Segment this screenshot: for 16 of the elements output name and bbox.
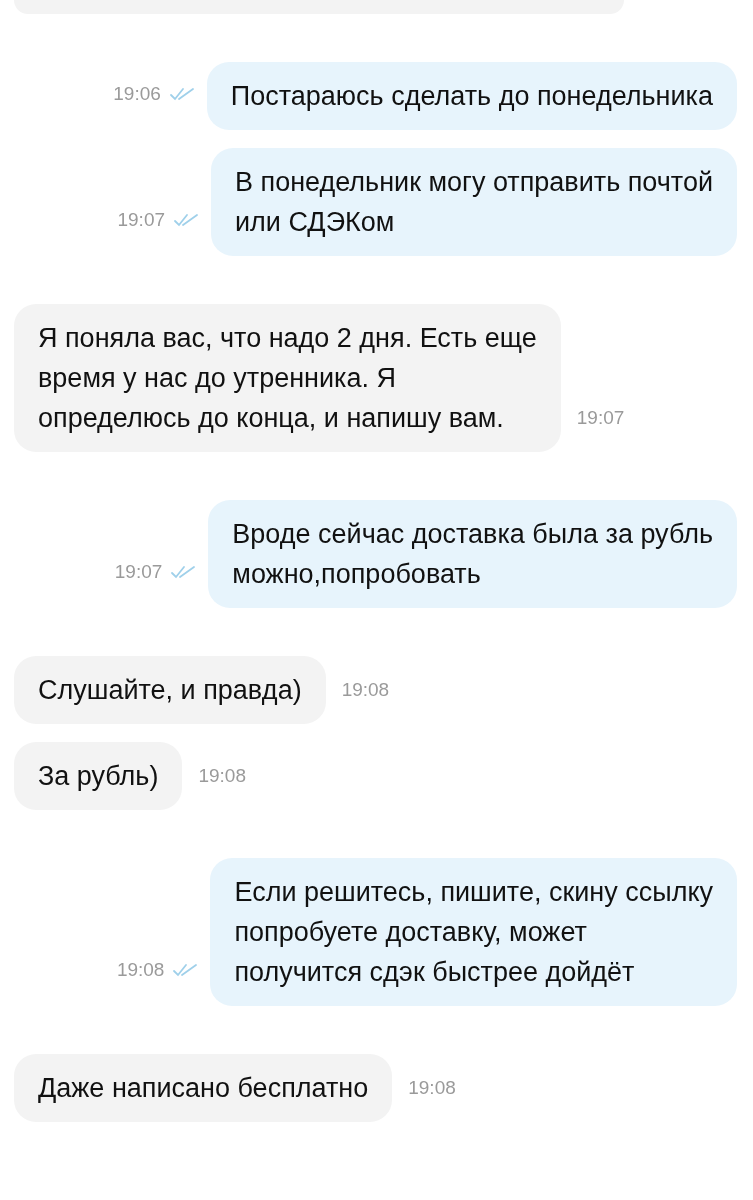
message-text: Если решитесь, пишите, скину ссылку попробуете доставку, может получится сдэк быстрее дойдёт <box>234 876 713 989</box>
message-text: За рубль) <box>38 760 159 793</box>
message-time: 19:08 <box>341 678 390 700</box>
message-time: 19:06 <box>113 81 161 106</box>
message-time: 19:08 <box>116 957 165 982</box>
message-text: Постараюсь сделать до понедельника <box>230 80 713 113</box>
message-time: 19:08 <box>198 764 246 786</box>
message-time: 19:07 <box>114 559 163 584</box>
message-text: В понедельник могу отправить почтой или СДЭКом <box>235 166 713 239</box>
message-text: Вроде сейчас доставка была за рубль можно,попробовать <box>232 518 713 591</box>
message-text: Даже написано бесплатно <box>38 1072 369 1105</box>
message-time: 19:07 <box>117 207 165 232</box>
message-text: Я поняла вас, что надо 2 дня. Есть еще время у нас до утренника. Я определюсь до конца, и напишу вам. <box>38 322 537 435</box>
message-time: 19:07 <box>576 406 625 428</box>
message-text: Слушайте, и правда) <box>38 674 302 707</box>
message-time: 19:08 <box>408 1076 456 1098</box>
